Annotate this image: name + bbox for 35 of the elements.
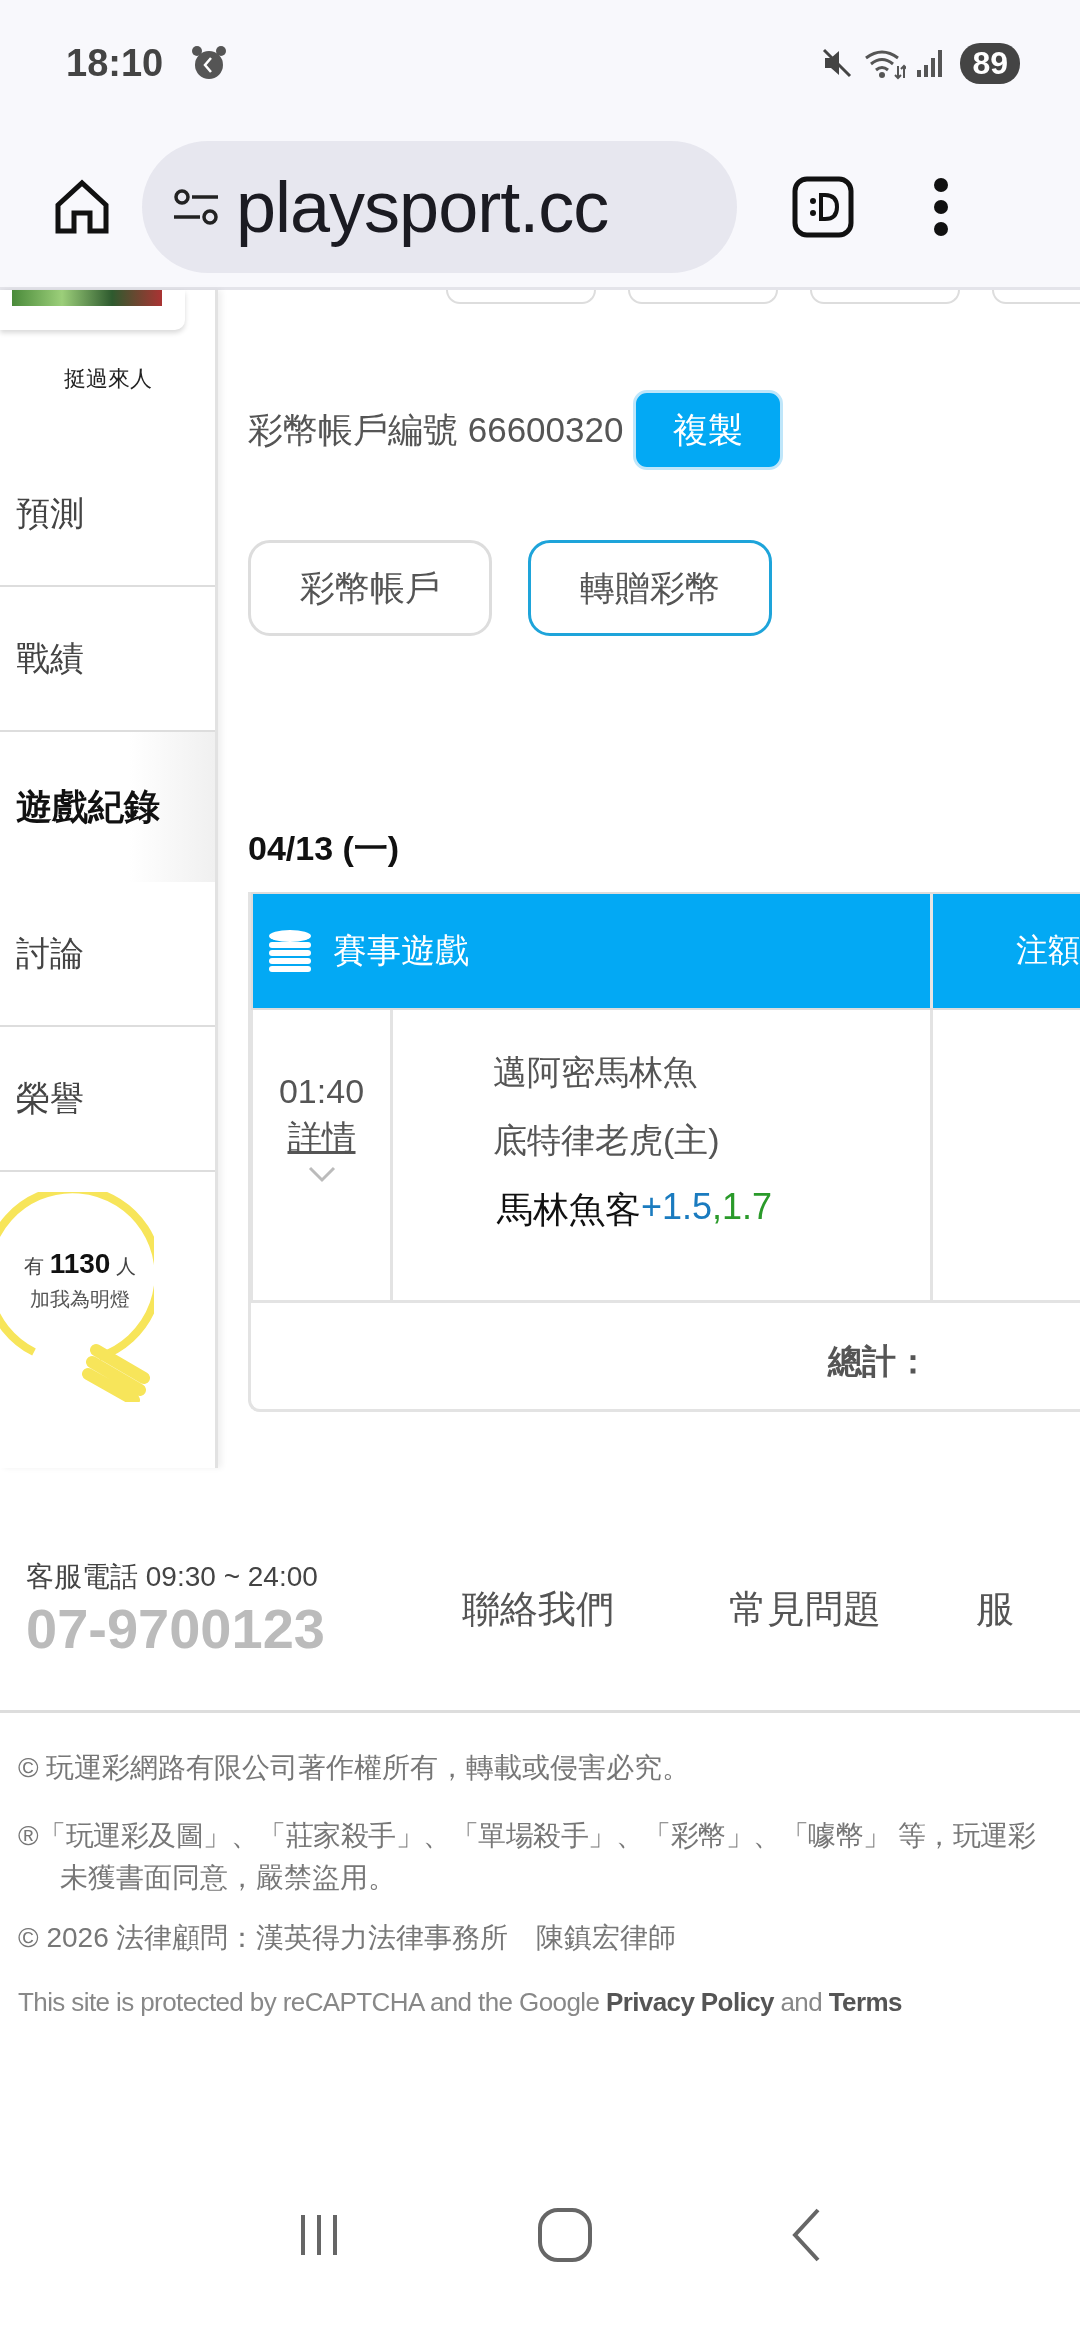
account-number: 彩幣帳戶編號 66600320 xyxy=(248,408,624,451)
trademark-notice: 未獲書面同意，嚴禁盜用。 xyxy=(59,1861,397,1895)
total-label: 總計： xyxy=(828,1341,930,1382)
details-link[interactable]: 詳情 xyxy=(287,1115,356,1161)
status-time: 18:10 xyxy=(66,41,164,85)
hotline-number: 07-9700123 xyxy=(26,1595,326,1661)
trademark-notice: ®「玩運彩及圖」、「莊家殺手」、「單場殺手」、「彩幣」、「噱幣」 等，玩運彩 xyxy=(18,1819,1037,1853)
column-header: 賽事遊戲 xyxy=(333,930,469,971)
column-header: 注額 xyxy=(1016,931,1080,970)
sidebar-item[interactable]: 遊戲紀錄 xyxy=(0,732,215,882)
url-text: playsport.cc xyxy=(236,165,609,248)
sidebar-item[interactable]: 榮譽 xyxy=(0,1027,215,1172)
account-tab[interactable]: 彩幣帳戶 xyxy=(248,540,492,636)
sidebar-item[interactable]: 討論 xyxy=(0,882,215,1027)
fans-count: 有 1130 人 xyxy=(24,1248,136,1280)
account-tab[interactable]: 轉贈彩幣 xyxy=(528,540,772,636)
record-date: 04/13 (一) xyxy=(248,828,401,869)
pick-team: 馬林魚客 xyxy=(497,1188,641,1232)
away-team: 邁阿密馬林魚 xyxy=(493,1052,698,1093)
copyright-notice: © 玩運彩網路有限公司著作權所有，轉載或侵害必究。 xyxy=(18,1751,692,1785)
handicap-value: +1.5 xyxy=(641,1186,713,1229)
legal-counsel-notice: © 2026 法律顧問：漢英得力法律事務所 陳鎮宏律師 xyxy=(18,1921,678,1955)
footer-link[interactable]: 常見問題 xyxy=(729,1583,881,1635)
battery-indicator: 89 xyxy=(960,42,1020,84)
odds-value: ,1.7 xyxy=(712,1186,773,1229)
recaptcha-notice: This site is protected by reCAPTCHA and the Google Privacy Policy and Terms xyxy=(18,1987,903,2018)
hotline-hours: 客服電話 09:30 ~ 24:00 xyxy=(26,1559,319,1594)
sidebar-item[interactable]: 預測 xyxy=(0,442,215,587)
fans-caption: 加我為明燈 xyxy=(30,1287,130,1312)
profile-caption: 挺過來人 xyxy=(63,365,152,393)
home-team: 底特律老虎(主) xyxy=(493,1120,721,1161)
footer-link[interactable]: 服 xyxy=(976,1583,1014,1635)
game-time: 01:40 xyxy=(278,1072,365,1111)
address-bar[interactable]: playsport.cc xyxy=(142,140,737,273)
footer-link[interactable]: 聯絡我們 xyxy=(462,1583,614,1635)
